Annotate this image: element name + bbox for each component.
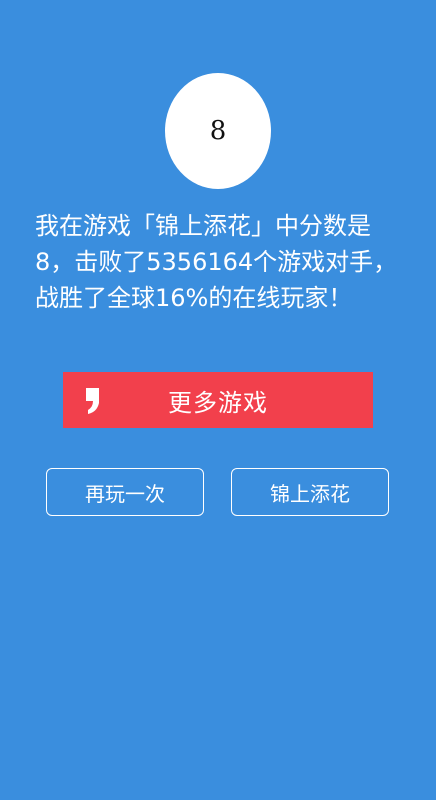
score-circle: 8 bbox=[165, 73, 271, 189]
more-games-label: 更多游戏 bbox=[168, 388, 268, 417]
more-games-button[interactable]: 更多游戏 bbox=[63, 372, 373, 428]
result-message: 我在游戏「锦上添花」中分数是8，击败了5356164个游戏对手，战胜了全球16%… bbox=[35, 212, 398, 312]
game-title-button[interactable]: 锦上添花 bbox=[231, 468, 389, 516]
game-title-label: 锦上添花 bbox=[270, 481, 350, 506]
play-again-button[interactable]: 再玩一次 bbox=[46, 468, 204, 516]
comma-logo-icon bbox=[86, 388, 99, 414]
play-again-label: 再玩一次 bbox=[85, 481, 165, 506]
score-value: 8 bbox=[209, 116, 227, 146]
